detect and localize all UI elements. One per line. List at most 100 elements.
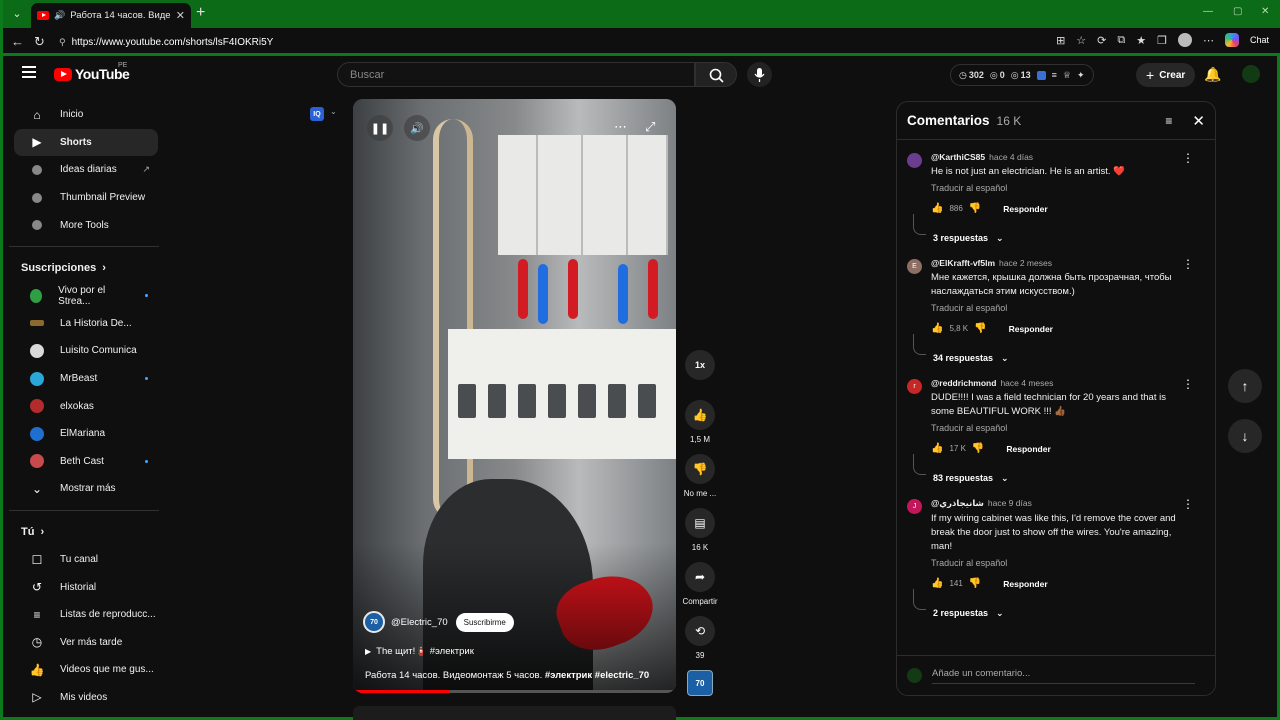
subscription-item[interactable]: Luisito Comunica	[14, 337, 158, 365]
share-button[interactable]: ➦	[685, 562, 715, 592]
pause-button[interactable]: ❚❚	[367, 115, 393, 141]
volume-button[interactable]: 🔊	[404, 115, 430, 141]
comment-author[interactable]: @reddrichmond	[931, 378, 996, 388]
sparkle-icon[interactable]: ✦	[1077, 70, 1085, 81]
collections-icon[interactable]: ❐	[1157, 34, 1167, 47]
url-field[interactable]: ⚲ https://www.youtube.com/shorts/lsF4IOK…	[53, 32, 1063, 52]
reply-button[interactable]: Responder	[1003, 204, 1047, 214]
tab-list-icon[interactable]: ⌄	[9, 6, 25, 22]
site-info-icon[interactable]: ⚲	[59, 37, 66, 48]
tab-close-icon[interactable]: ✕	[176, 9, 185, 22]
thumbs-down-icon[interactable]: 👎	[974, 323, 986, 334]
fullscreen-icon[interactable]: ⤢	[645, 119, 655, 135]
favorites-icon[interactable]: ★	[1136, 34, 1146, 47]
sound-link[interactable]: ▶ The щит!🧯 #электрик	[365, 646, 474, 657]
list-icon[interactable]: ≡	[1052, 70, 1057, 80]
extensions-icon[interactable]: ⧉	[1117, 34, 1125, 47]
sidebar-item-liked-videos[interactable]: 👍 Videos que me gus...	[14, 656, 158, 684]
subscription-item[interactable]: Vivo por el Strea...	[14, 282, 158, 310]
thumbs-down-icon[interactable]: 👎	[969, 203, 981, 214]
thumbs-up-icon[interactable]: 👍	[931, 203, 943, 214]
dislike-button[interactable]: 👎	[685, 454, 715, 484]
extension-stats-pill[interactable]: ◷ 302 ◎ 0 ◎ 13 ≡ ♕ ✦	[950, 64, 1094, 86]
view-replies-button[interactable]: 34 respuestas ⌄	[913, 334, 1185, 368]
playback-speed-button[interactable]: 1x	[685, 350, 715, 380]
like-button[interactable]: 👍	[685, 400, 715, 430]
comments-button[interactable]: ▤	[685, 508, 715, 538]
hamburger-menu-icon[interactable]	[22, 66, 36, 78]
sidebar-item-shorts[interactable]: ▶ Shorts	[14, 128, 158, 157]
reply-button[interactable]: Responder	[1009, 324, 1053, 334]
channel-name[interactable]: @Electric_70	[391, 617, 448, 628]
view-replies-button[interactable]: 3 respuestas ⌄	[913, 214, 1185, 248]
apps-icon[interactable]: ⊞	[1056, 34, 1065, 47]
subscription-item[interactable]: MrBeast	[14, 365, 158, 393]
comment-menu-icon[interactable]: ⋮	[1182, 497, 1194, 511]
sidebar-item-history[interactable]: ↺ Historial	[14, 573, 158, 601]
chevron-down-icon[interactable]: ⌄	[330, 107, 337, 116]
user-avatar[interactable]	[1242, 65, 1260, 83]
more-options-icon[interactable]: ⋯	[614, 119, 627, 135]
comment-time[interactable]: hace 2 meses	[999, 258, 1052, 268]
translate-link[interactable]: Traducir al español	[931, 183, 1185, 193]
subscription-item[interactable]: Beth Cast	[14, 448, 158, 476]
iq-extension-icon[interactable]	[1036, 70, 1046, 80]
sidebar-item-playlists[interactable]: ≡ Listas de reproducc...	[14, 601, 158, 629]
sidebar-item-your-channel[interactable]: ☐ Tu canal	[14, 546, 158, 574]
video-hashtags[interactable]: #электрик #electric_70	[545, 670, 649, 681]
subscribe-button[interactable]: Suscribirme	[455, 612, 514, 632]
comment-time[interactable]: hace 4 días	[989, 152, 1033, 162]
sidebar-item-inicio[interactable]: ⌂ Inicio	[14, 101, 158, 129]
sidebar-item-more-tools[interactable]: More Tools	[14, 211, 158, 239]
next-short-button[interactable]: ↓	[1228, 419, 1262, 453]
thumbs-down-icon[interactable]: 👎	[969, 578, 981, 589]
subscription-item[interactable]: elxokas	[14, 392, 158, 420]
comment-menu-icon[interactable]: ⋮	[1182, 257, 1194, 271]
minimize-icon[interactable]: —	[1203, 6, 1213, 17]
voice-search-button[interactable]	[747, 62, 772, 87]
video-progress-bar[interactable]	[353, 690, 676, 693]
search-button[interactable]	[695, 62, 737, 87]
comment-time[interactable]: hace 4 meses	[1000, 378, 1053, 388]
bookmark-star-icon[interactable]: ☆	[1076, 34, 1086, 47]
commenter-avatar[interactable]	[907, 153, 922, 168]
sidebar-item-thumbnail-preview[interactable]: Thumbnail Preview	[14, 184, 158, 212]
sound-thumbnail[interactable]: 70	[687, 670, 713, 696]
notifications-bell-icon[interactable]: 🔔	[1204, 66, 1221, 83]
you-heading[interactable]: Tú ›	[6, 518, 158, 546]
reply-button[interactable]: Responder	[1006, 444, 1050, 454]
channel-avatar[interactable]: 70	[363, 611, 385, 633]
show-more-button[interactable]: ⌄ Mostrar más	[14, 475, 158, 503]
thumbs-down-icon[interactable]: 👎	[972, 443, 984, 454]
subscription-item[interactable]: ElMariana	[14, 420, 158, 448]
search-input[interactable]: Buscar	[337, 62, 695, 87]
reply-button[interactable]: Responder	[1003, 579, 1047, 589]
thumbs-up-icon[interactable]: 👍	[931, 323, 943, 334]
commenter-avatar[interactable]: r	[907, 379, 922, 394]
comment-author[interactable]: @KarthiCS85	[931, 152, 985, 162]
view-replies-button[interactable]: 83 respuestas ⌄	[913, 454, 1185, 488]
comment-menu-icon[interactable]: ⋮	[1182, 151, 1194, 165]
sidebar-item-my-videos[interactable]: ▷ Mis videos	[14, 684, 158, 712]
add-comment-input[interactable]: Añade un comentario...	[932, 668, 1195, 684]
maximize-icon[interactable]: ▢	[1233, 6, 1242, 17]
window-close-icon[interactable]: ✕	[1261, 6, 1269, 17]
remix-button[interactable]: ⟲	[685, 616, 715, 646]
create-button[interactable]: + Crear	[1136, 63, 1196, 87]
commenter-avatar[interactable]: E	[907, 259, 922, 274]
thumbs-up-icon[interactable]: 👍	[931, 443, 943, 454]
chat-label[interactable]: Chat	[1250, 35, 1269, 45]
comment-menu-icon[interactable]: ⋮	[1182, 377, 1194, 391]
sidebar-item-watch-later[interactable]: ◷ Ver más tarde	[14, 629, 158, 657]
translate-link[interactable]: Traducir al español	[931, 558, 1185, 568]
commenter-avatar[interactable]: J	[907, 499, 922, 514]
view-replies-button[interactable]: 2 respuestas ⌄	[913, 589, 1185, 623]
speaker-icon[interactable]: 🔊	[54, 10, 65, 21]
reload-icon[interactable]: ↻	[34, 34, 45, 50]
copilot-icon[interactable]	[1224, 33, 1239, 47]
profile-avatar[interactable]	[1177, 33, 1192, 47]
close-icon[interactable]: ✕	[1192, 112, 1205, 130]
subscription-item[interactable]: La Historia De...	[14, 310, 158, 338]
comment-author[interactable]: @شانيجاذري	[931, 498, 984, 509]
translate-link[interactable]: Traducir al español	[931, 423, 1185, 433]
